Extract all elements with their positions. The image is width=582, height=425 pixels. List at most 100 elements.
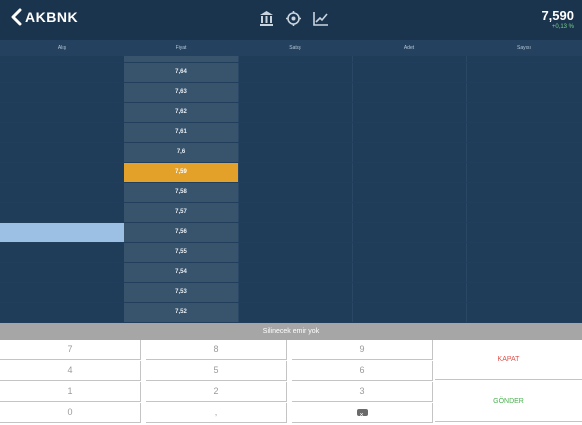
quantity-cell bbox=[352, 163, 466, 182]
bid-cell[interactable] bbox=[0, 56, 124, 62]
depth-table: 7,64 7,63 7,62 7,61 7,6 7,59 7,58 7,57 7,56 7,55 7… bbox=[0, 56, 582, 323]
key-8[interactable]: 8 bbox=[146, 340, 287, 360]
price-cell[interactable]: 7,59 bbox=[124, 163, 238, 182]
bid-cell[interactable] bbox=[0, 223, 124, 242]
numeric-keypad: 7 8 9 4 5 6 1 2 3 0 , KAPAT GÖNDER bbox=[0, 340, 582, 425]
key-comma[interactable]: , bbox=[146, 403, 287, 423]
table-row: 7,57 bbox=[0, 203, 582, 223]
price-cell[interactable]: 7,52 bbox=[124, 303, 238, 322]
quantity-cell bbox=[352, 56, 466, 62]
status-bar: Silinecek emir yok bbox=[0, 323, 582, 340]
backspace-icon bbox=[356, 406, 368, 425]
line-chart-icon[interactable] bbox=[312, 10, 329, 27]
toolbar bbox=[258, 10, 329, 27]
count-cell bbox=[466, 103, 582, 122]
count-cell bbox=[466, 203, 582, 222]
price-cell[interactable]: 7,62 bbox=[124, 103, 238, 122]
bid-cell[interactable] bbox=[0, 83, 124, 102]
bid-cell[interactable] bbox=[0, 243, 124, 262]
price-cell[interactable]: 7,58 bbox=[124, 183, 238, 202]
sell-cell[interactable] bbox=[238, 263, 352, 282]
column-sell: Satış bbox=[289, 45, 301, 51]
price-cell[interactable]: 7,64 bbox=[124, 63, 238, 82]
count-cell bbox=[466, 283, 582, 302]
send-button[interactable]: GÖNDER bbox=[435, 382, 582, 422]
bid-cell[interactable] bbox=[0, 163, 124, 182]
table-row: 7,61 bbox=[0, 123, 582, 143]
sell-cell[interactable] bbox=[238, 283, 352, 302]
key-0[interactable]: 0 bbox=[0, 403, 141, 423]
count-cell bbox=[466, 243, 582, 262]
key-1[interactable]: 1 bbox=[0, 382, 141, 402]
bid-cell[interactable] bbox=[0, 283, 124, 302]
count-cell bbox=[466, 56, 582, 62]
chevron-left-icon bbox=[11, 8, 22, 26]
key-5[interactable]: 5 bbox=[146, 361, 287, 381]
table-row: 7,55 bbox=[0, 243, 582, 263]
close-button[interactable]: KAPAT bbox=[435, 340, 582, 380]
quantity-cell bbox=[352, 143, 466, 162]
top-bar: AKBNK 7,590 +0,13 % bbox=[0, 0, 582, 40]
bid-cell[interactable] bbox=[0, 123, 124, 142]
quantity-cell bbox=[352, 63, 466, 82]
price-cell[interactable]: 7,53 bbox=[124, 283, 238, 302]
price-cell[interactable]: 7,6 bbox=[124, 143, 238, 162]
key-4[interactable]: 4 bbox=[0, 361, 141, 381]
bank-icon[interactable] bbox=[258, 10, 275, 27]
price-cell[interactable] bbox=[124, 56, 238, 62]
table-row bbox=[0, 56, 582, 63]
count-cell bbox=[466, 143, 582, 162]
bid-cell[interactable] bbox=[0, 63, 124, 82]
last-price: 7,590 bbox=[541, 8, 574, 23]
bid-cell[interactable] bbox=[0, 103, 124, 122]
key-7[interactable]: 7 bbox=[0, 340, 141, 360]
back-button[interactable]: AKBNK bbox=[10, 8, 78, 26]
price-cell[interactable]: 7,63 bbox=[124, 83, 238, 102]
price-change: +0,13 % bbox=[551, 24, 574, 30]
price-cell[interactable]: 7,61 bbox=[124, 123, 238, 142]
sell-cell[interactable] bbox=[238, 103, 352, 122]
price-cell[interactable]: 7,57 bbox=[124, 203, 238, 222]
bid-cell[interactable] bbox=[0, 263, 124, 282]
settings-gear-icon[interactable] bbox=[285, 10, 302, 27]
sell-cell[interactable] bbox=[238, 56, 352, 62]
count-cell bbox=[466, 263, 582, 282]
quantity-cell bbox=[352, 103, 466, 122]
quantity-cell bbox=[352, 203, 466, 222]
quantity-cell bbox=[352, 223, 466, 242]
sell-cell[interactable] bbox=[238, 63, 352, 82]
quantity-cell bbox=[352, 283, 466, 302]
count-cell bbox=[466, 303, 582, 322]
column-quantity: Adet bbox=[403, 45, 415, 51]
price-cell[interactable]: 7,54 bbox=[124, 263, 238, 282]
bid-cell[interactable] bbox=[0, 183, 124, 202]
count-cell bbox=[466, 183, 582, 202]
price-cell[interactable]: 7,56 bbox=[124, 223, 238, 242]
sell-cell[interactable] bbox=[238, 203, 352, 222]
table-row: 7,64 bbox=[0, 63, 582, 83]
sell-cell[interactable] bbox=[238, 183, 352, 202]
count-cell bbox=[466, 163, 582, 182]
sell-cell[interactable] bbox=[238, 143, 352, 162]
price-summary: 7,590 +0,13 % bbox=[541, 8, 574, 30]
key-6[interactable]: 6 bbox=[292, 361, 433, 381]
sell-cell[interactable] bbox=[238, 123, 352, 142]
bid-cell[interactable] bbox=[0, 143, 124, 162]
table-row: 7,54 bbox=[0, 263, 582, 283]
quantity-cell bbox=[352, 263, 466, 282]
sell-cell[interactable] bbox=[238, 83, 352, 102]
count-cell bbox=[466, 63, 582, 82]
backspace-key[interactable] bbox=[292, 403, 433, 425]
count-cell bbox=[466, 83, 582, 102]
price-cell[interactable]: 7,55 bbox=[124, 243, 238, 262]
key-2[interactable]: 2 bbox=[146, 382, 287, 402]
bid-cell[interactable] bbox=[0, 203, 124, 222]
sell-cell[interactable] bbox=[238, 303, 352, 322]
key-9[interactable]: 9 bbox=[292, 340, 433, 360]
key-3[interactable]: 3 bbox=[292, 382, 433, 402]
bid-cell[interactable] bbox=[0, 303, 124, 322]
sell-cell[interactable] bbox=[238, 223, 352, 242]
sell-cell[interactable] bbox=[238, 243, 352, 262]
sell-cell[interactable] bbox=[238, 163, 352, 182]
table-row: 7,6 bbox=[0, 143, 582, 163]
